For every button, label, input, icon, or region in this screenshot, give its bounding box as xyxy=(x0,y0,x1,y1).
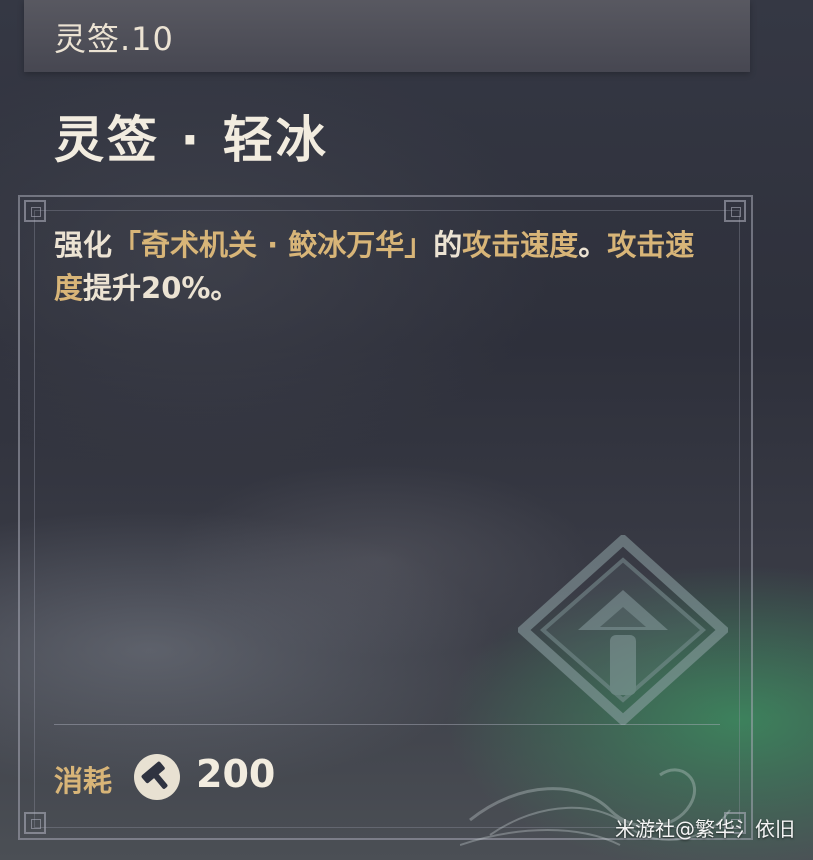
frame-corner-ornament xyxy=(724,200,746,222)
description-highlight: 「奇术机关 · 鲛冰万华」 xyxy=(112,228,434,262)
hammer-emblem-icon xyxy=(518,535,728,725)
description-text: 强化 xyxy=(54,228,113,262)
description-text: 的 xyxy=(433,228,463,262)
description-highlight: 攻击速度 xyxy=(462,228,579,262)
item-description: 强化「奇术机关 · 鲛冰万华」的攻击速度。攻击速度提升20%。 xyxy=(54,224,714,310)
level-label: 灵签.10 xyxy=(54,20,174,58)
cost-divider xyxy=(54,724,720,725)
item-title: 灵签 · 轻冰 xyxy=(54,111,329,169)
description-text: 提升20%。 xyxy=(83,271,240,305)
watermark: 米游社@繁华氵依旧 xyxy=(615,817,795,841)
cost-value: 200 xyxy=(196,752,276,796)
frame-corner-ornament xyxy=(24,200,46,222)
cost-label: 消耗 xyxy=(54,764,113,798)
frame-corner-ornament xyxy=(24,812,46,834)
hammer-icon xyxy=(134,754,180,800)
description-text: 。 xyxy=(578,228,608,262)
